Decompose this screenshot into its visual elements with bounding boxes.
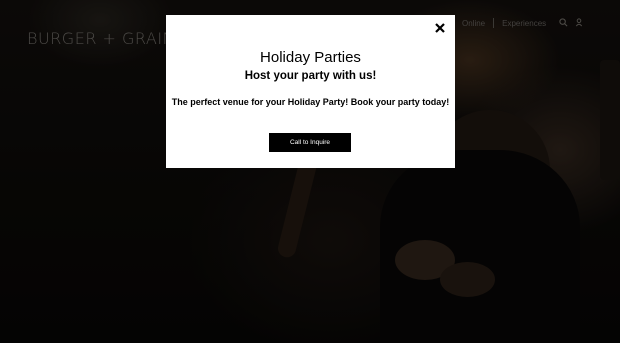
modal-body-text: The perfect venue for your Holiday Party… [171, 97, 450, 107]
modal-title: Holiday Parties [260, 49, 361, 66]
holiday-party-modal: Holiday Parties Host your party with us!… [166, 15, 455, 168]
modal-subtitle: Host your party with us! [244, 70, 377, 82]
call-to-inquire-button[interactable]: Call to Inquire [269, 133, 351, 152]
close-icon[interactable] [433, 21, 447, 35]
